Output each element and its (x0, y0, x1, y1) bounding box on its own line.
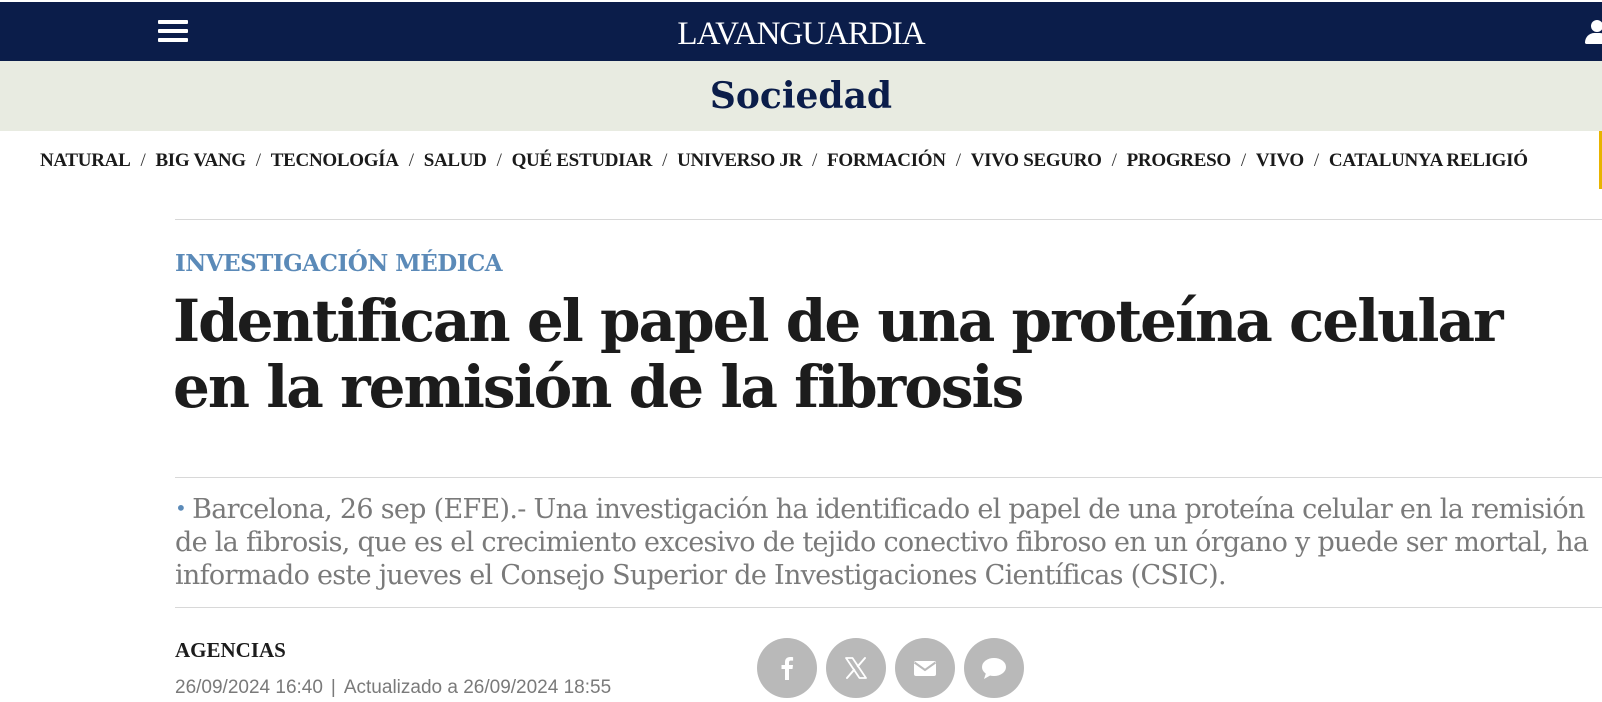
subnav-separator: / (662, 150, 668, 171)
subnav-item[interactable]: CATALUNYA RELIGIÓ (1329, 150, 1528, 171)
published-date: 26/09/2024 16:40 (175, 677, 323, 698)
site-logo[interactable]: LAVANGUARDIA (0, 14, 1602, 54)
article-kicker[interactable]: INVESTIGACIÓN MÉDICA (175, 248, 503, 280)
facebook-icon (781, 657, 794, 680)
user-icon[interactable] (1585, 20, 1602, 46)
email-icon (913, 661, 937, 676)
article-lead: • Barcelona, 26 sep (EFE).- Una investiga… (175, 492, 1595, 592)
divider (175, 607, 1602, 608)
section-header: Sociedad (0, 61, 1602, 131)
subnav-separator: / (255, 150, 261, 171)
divider (175, 477, 1602, 478)
subnav-item[interactable]: NATURAL (40, 150, 131, 171)
updated-date: Actualizado a 26/09/2024 18:55 (343, 677, 612, 698)
subnav-separator: / (1313, 150, 1319, 171)
subnav-item[interactable]: VIVO (1256, 150, 1304, 171)
subnav-item[interactable]: VIVO SEGURO (971, 150, 1102, 171)
article-author[interactable]: AGENCIAS (175, 636, 286, 664)
lead-bullet: • (175, 496, 187, 520)
subnav-separator: / (408, 150, 414, 171)
subnav-separator: / (1111, 150, 1117, 171)
subnav-item[interactable]: BIG VANG (155, 150, 246, 171)
share-facebook-button[interactable] (757, 638, 817, 698)
article-headline: Identifican el papel de una proteína cel… (173, 287, 1504, 421)
lead-text: Barcelona, 26 sep (EFE).- Una investigac… (175, 494, 1589, 591)
article-dates: 26/09/2024 16:40 | Actualizado a 26/09/202… (175, 676, 611, 700)
top-navigation-bar: LAVANGUARDIA (0, 0, 1602, 61)
subnav-separator: / (812, 150, 818, 171)
subnav-separator: / (955, 150, 961, 171)
subnav-item[interactable]: PROGRESO (1127, 150, 1232, 171)
divider (175, 219, 1602, 220)
subnav-separator: / (496, 150, 502, 171)
section-title[interactable]: Sociedad (0, 71, 1602, 121)
comment-icon (982, 658, 1006, 679)
comments-button[interactable] (964, 638, 1024, 698)
subnav-separator: / (1240, 150, 1246, 171)
share-x-button[interactable] (826, 638, 886, 698)
x-twitter-icon (845, 657, 867, 679)
subnav-item[interactable]: TECNOLOGÍA (271, 150, 399, 171)
subnav-separator: / (140, 150, 146, 171)
subnav-item[interactable]: SALUD (424, 150, 487, 171)
subnav-item[interactable]: FORMACIÓN (827, 150, 946, 171)
section-subnav: NATURAL / BIG VANG / TECNOLOGÍA / SALUD / QUÉ ES… (40, 145, 1528, 177)
subnav-item[interactable]: UNIVERSO JR (677, 150, 802, 171)
date-divider: | (330, 677, 336, 698)
share-email-button[interactable] (895, 638, 955, 698)
subnav-item[interactable]: QUÉ ESTUDIAR (512, 150, 653, 171)
